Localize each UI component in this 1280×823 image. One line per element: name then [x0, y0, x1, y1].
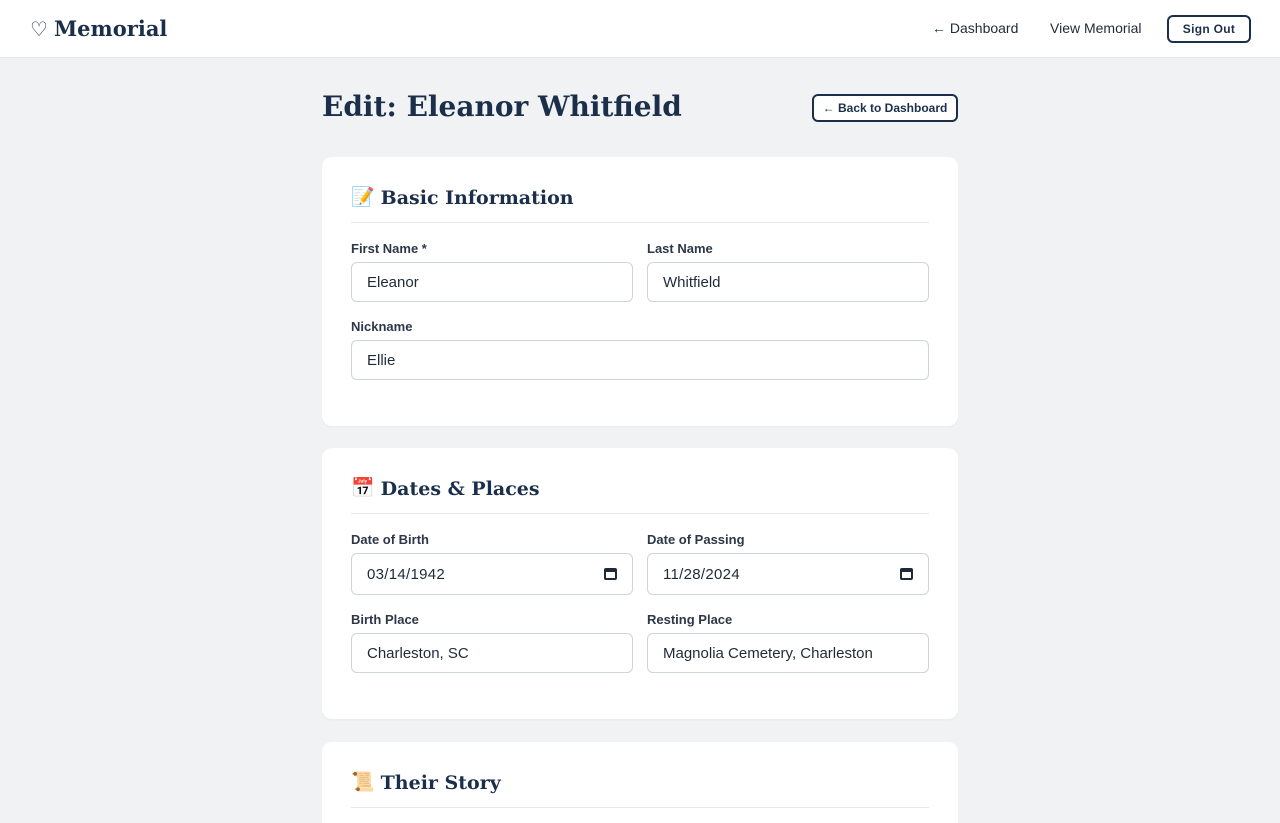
- sign-out-button[interactable]: Sign Out: [1167, 15, 1251, 43]
- last-name-input[interactable]: [647, 262, 929, 302]
- date-of-passing-input[interactable]: 11/28/2024: [647, 553, 929, 595]
- section-header-their-story: 📜 Their Story: [351, 770, 929, 808]
- back-to-dashboard-button[interactable]: ← Back to Dashboard: [812, 94, 958, 122]
- birth-place-label: Birth Place: [351, 612, 419, 627]
- nickname-label: Nickname: [351, 319, 413, 334]
- section-header-basic-information: 📝 Basic Information: [351, 185, 929, 223]
- date-of-birth-value: 03/14/1942: [367, 565, 446, 583]
- their-story-card: 📜 Their Story: [322, 742, 958, 823]
- first-name-label: First Name *: [351, 241, 427, 256]
- date-of-birth-label: Date of Birth: [351, 532, 429, 547]
- resting-place-input[interactable]: [647, 633, 929, 673]
- section-title: Dates & Places: [380, 478, 540, 500]
- memo-icon: 📝: [351, 187, 375, 208]
- section-title: Their Story: [380, 772, 501, 794]
- section-title: Basic Information: [380, 187, 574, 209]
- section-header-dates-places: 📅 Dates & Places: [351, 476, 929, 514]
- heart-icon: ♡: [30, 16, 48, 41]
- first-name-input[interactable]: [351, 262, 633, 302]
- dates-places-card: 📅 Dates & Places Date of Birth 03/14/194…: [322, 448, 958, 719]
- top-navigation-bar: ♡ Memorial ← Dashboard View Memorial Sig…: [0, 0, 1280, 58]
- calendar-icon: 📅: [351, 478, 375, 499]
- scroll-icon: 📜: [351, 772, 375, 793]
- last-name-label: Last Name: [647, 241, 713, 256]
- calendar-picker-icon[interactable]: [900, 568, 913, 580]
- brand-logo[interactable]: ♡ Memorial: [30, 16, 167, 41]
- nav-dashboard-link[interactable]: ← Dashboard: [932, 20, 1018, 36]
- birth-place-input[interactable]: [351, 633, 633, 673]
- resting-place-label: Resting Place: [647, 612, 733, 627]
- calendar-picker-icon[interactable]: [604, 568, 617, 580]
- brand-name: Memorial: [53, 16, 168, 41]
- date-of-passing-value: 11/28/2024: [663, 565, 740, 583]
- date-of-birth-input[interactable]: 03/14/1942: [351, 553, 633, 595]
- nav-view-memorial-link[interactable]: View Memorial: [1050, 20, 1142, 36]
- date-of-passing-label: Date of Passing: [647, 532, 745, 547]
- page-title: Edit: Eleanor Whitfield: [322, 90, 682, 123]
- basic-information-card: 📝 Basic Information First Name * Last Na…: [322, 157, 958, 426]
- nickname-input[interactable]: [351, 340, 929, 380]
